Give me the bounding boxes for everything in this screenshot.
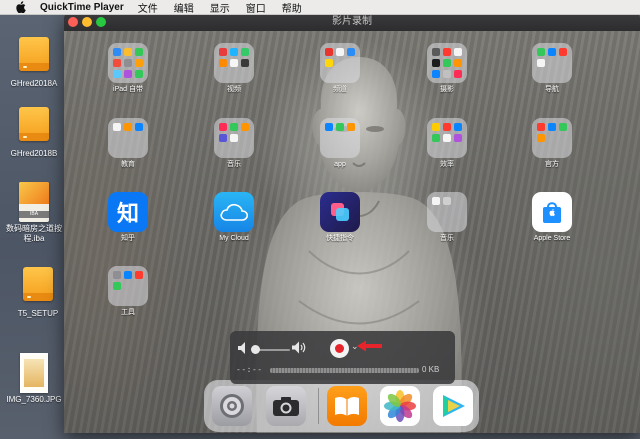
app-label: 知乎 (121, 235, 135, 242)
folder-productivity[interactable]: 效率 (417, 118, 477, 169)
red-arrow-annotation-icon (357, 340, 382, 352)
external-drive-icon (23, 267, 53, 307)
folder-music-2[interactable]: 音乐 (417, 192, 477, 243)
menu-window[interactable]: 窗口 (246, 0, 266, 15)
volume-high-icon (292, 341, 306, 354)
app-label: 频道 (333, 86, 347, 93)
app-shortcuts[interactable]: 快捷指令 (310, 192, 370, 243)
settings-icon[interactable] (212, 386, 252, 426)
desktop-item-label: IMG_7360.JPG (6, 395, 62, 404)
folder-photography[interactable]: 摄影 (417, 43, 477, 94)
folder-tools[interactable]: 工具 (98, 266, 158, 317)
infuse-icon[interactable] (433, 386, 473, 426)
ipad-dock (204, 380, 479, 432)
ibooks-author-document-icon: IBA (19, 182, 49, 222)
folder-icon (108, 43, 148, 83)
app-label: 音乐 (440, 235, 454, 242)
camera-icon[interactable] (266, 386, 306, 426)
desktop-item-label: 数码暗房之道按 (6, 224, 62, 233)
desktop-item-label-line2: 程.iba (23, 234, 45, 243)
movie-recording-window: 影片录制 iPad 自带 视频 频道 摄影 导航 教育 音乐 app 效率 官方… (64, 13, 640, 433)
volume-slider-knob[interactable] (251, 345, 260, 354)
folder-education[interactable]: 教育 (98, 118, 158, 169)
cloud-icon (214, 192, 254, 232)
dock-separator (318, 388, 319, 424)
zhihu-icon: 知 (108, 192, 148, 232)
app-label: My Cloud (219, 235, 249, 242)
app-apple-store[interactable]: Apple Store (522, 192, 582, 243)
folder-icon (532, 118, 572, 158)
folder-icon (427, 192, 467, 232)
recording-file-size: 0 KB (422, 365, 440, 374)
photos-icon[interactable] (380, 386, 420, 426)
desktop-item-ghred2018a[interactable]: GHred2018A (3, 37, 65, 89)
app-label: 工具 (121, 309, 135, 316)
app-label: 视频 (227, 86, 241, 93)
desktop-item-img-7360[interactable]: IMG_7360.JPG (3, 353, 65, 405)
folder-official[interactable]: 官方 (522, 118, 582, 169)
desktop-item-label: GHred2018B (10, 149, 58, 158)
folder-icon (427, 43, 467, 83)
folder-channel[interactable]: 频道 (310, 43, 370, 94)
menu-view[interactable]: 显示 (210, 0, 230, 15)
folder-icon (427, 118, 467, 158)
ipad-screen-preview: iPad 自带 视频 频道 摄影 导航 教育 音乐 app 效率 官方 知 知乎… (64, 31, 640, 433)
recording-controls-hud: ⌄ --:-- 0 KB (230, 331, 455, 384)
folder-ipad-builtin[interactable]: iPad 自带 (98, 43, 158, 94)
folder-icon (214, 43, 254, 83)
app-label: app (334, 161, 346, 168)
desktop-item-label: GHred2018A (10, 79, 58, 88)
external-drive-icon (19, 107, 49, 147)
desktop-item-ghred2018b[interactable]: GHred2018B (3, 107, 65, 159)
window-titlebar[interactable]: 影片录制 (64, 13, 640, 31)
folder-icon (108, 118, 148, 158)
app-label: 教育 (121, 161, 135, 168)
app-label: 效率 (440, 161, 454, 168)
app-label: 音乐 (227, 161, 241, 168)
app-my-cloud[interactable]: My Cloud (204, 192, 264, 243)
folder-music[interactable]: 音乐 (204, 118, 264, 169)
app-zhihu[interactable]: 知 知乎 (98, 192, 158, 243)
books-icon[interactable] (327, 386, 367, 426)
record-button[interactable] (330, 339, 349, 358)
app-label: iPad 自带 (113, 86, 143, 93)
folder-navigation[interactable]: 导航 (522, 43, 582, 94)
menu-edit[interactable]: 编辑 (174, 0, 194, 15)
app-label: 快捷指令 (326, 235, 354, 242)
external-drive-icon (19, 37, 49, 77)
folder-icon (214, 118, 254, 158)
folder-icon (108, 266, 148, 306)
app-label: 官方 (545, 161, 559, 168)
menu-file[interactable]: 文件 (138, 0, 158, 15)
apple-logo-icon[interactable] (14, 0, 28, 14)
folder-app[interactable]: app (310, 118, 370, 169)
menu-bar: QuickTime Player 文件 编辑 显示 窗口 帮助 (0, 0, 640, 15)
apple-store-bag-icon (532, 192, 572, 232)
folder-icon (320, 43, 360, 83)
desktop-item-t5-setup[interactable]: T5_SETUP (7, 267, 69, 319)
record-dot-icon (335, 344, 344, 353)
recording-time: --:-- (236, 365, 263, 374)
desktop-item-label: T5_SETUP (17, 309, 59, 318)
folder-video[interactable]: 视频 (204, 43, 264, 94)
app-label: Apple Store (533, 235, 571, 242)
volume-low-icon (238, 342, 245, 354)
shortcuts-icon (320, 192, 360, 232)
folder-icon (532, 43, 572, 83)
window-title: 影片录制 (332, 16, 372, 27)
photo-file-icon (20, 353, 48, 393)
desktop-item-iba-document[interactable]: IBA 数码暗房之道按 程.iba (3, 182, 65, 244)
folder-icon (320, 118, 360, 158)
app-label: 摄影 (440, 86, 454, 93)
app-menu-quicktime[interactable]: QuickTime Player (40, 2, 124, 13)
recording-progress-bar (270, 368, 419, 373)
menu-help[interactable]: 帮助 (282, 0, 302, 15)
app-label: 导航 (545, 86, 559, 93)
